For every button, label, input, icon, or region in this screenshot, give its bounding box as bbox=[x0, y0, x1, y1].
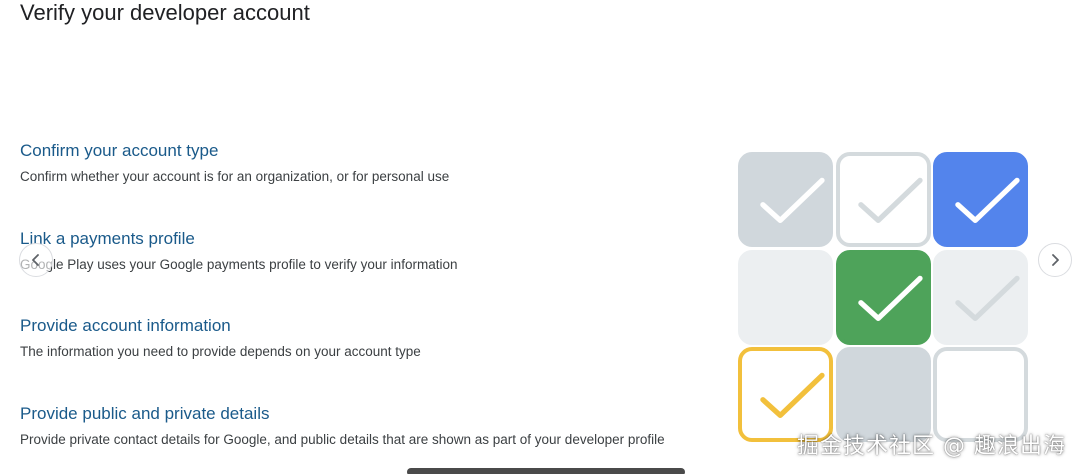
step-description: Provide private contact details for Goog… bbox=[20, 431, 665, 447]
step-title: Link a payments profile bbox=[20, 228, 195, 248]
carousel-next-button[interactable] bbox=[1038, 243, 1072, 277]
step-title: Provide public and private details bbox=[20, 403, 270, 423]
checkbox-tile bbox=[738, 249, 833, 345]
step-provide-public-private-details: Provide public and private details Provi… bbox=[20, 403, 720, 474]
checkbox-tile bbox=[933, 249, 1028, 345]
check-icon bbox=[955, 177, 1020, 223]
step-provide-account-information: Provide account information The informat… bbox=[20, 315, 720, 403]
verify-account-page: Verify your developer account Confirm yo… bbox=[0, 0, 1080, 474]
carousel-prev-button[interactable] bbox=[19, 243, 53, 277]
check-icon bbox=[955, 275, 1020, 321]
watermark: 掘金技术社区 @ 趣浪出海 bbox=[797, 434, 1066, 459]
checkbox-tile bbox=[738, 152, 833, 247]
checkbox-tile bbox=[835, 249, 931, 345]
step-title: Confirm your account type bbox=[20, 141, 219, 160]
chevron-right-icon bbox=[1052, 254, 1059, 266]
check-icon bbox=[760, 372, 825, 418]
check-icon bbox=[857, 177, 923, 223]
checkmark-tiles-illustration bbox=[738, 152, 1028, 442]
page-title: Verify your developer account bbox=[20, 0, 310, 25]
step-title: Provide account information bbox=[20, 316, 231, 335]
checkbox-tile bbox=[933, 152, 1028, 247]
check-icon bbox=[760, 177, 825, 223]
verification-steps-list: Confirm your account type Confirm whethe… bbox=[20, 140, 720, 474]
checkbox-tile bbox=[835, 152, 931, 247]
step-description: Google Play uses your Google payments pr… bbox=[20, 256, 458, 272]
step-link-payments-profile: Link a payments profile Google Play uses… bbox=[20, 228, 720, 316]
step-description: The information you need to provide depe… bbox=[20, 344, 421, 359]
chevron-left-icon bbox=[32, 254, 39, 266]
check-icon bbox=[857, 275, 923, 321]
step-description: Confirm whether your account is for an o… bbox=[20, 169, 450, 184]
step-confirm-account-type: Confirm your account type Confirm whethe… bbox=[20, 140, 720, 228]
scroll-indicator-bar bbox=[407, 468, 685, 474]
